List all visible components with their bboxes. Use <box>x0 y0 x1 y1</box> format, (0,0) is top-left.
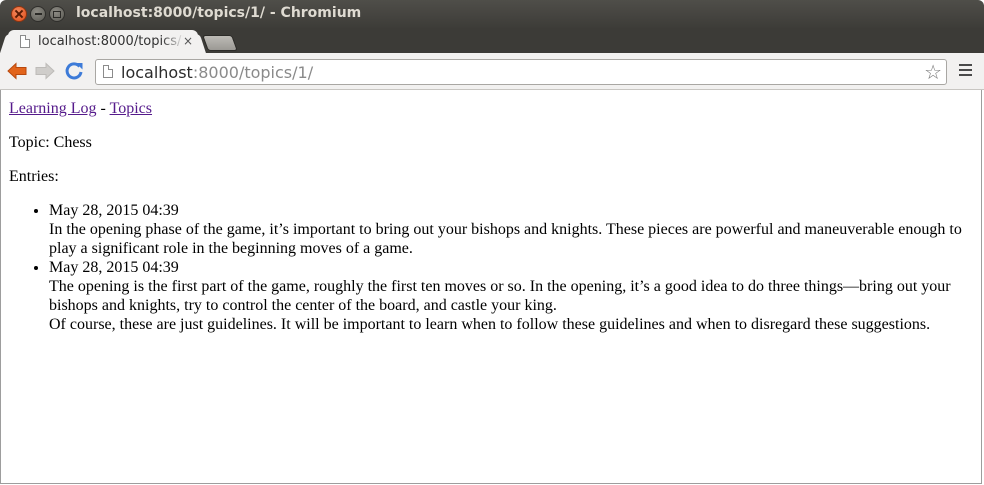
entry-date: May 28, 2015 04:39 <box>49 202 179 219</box>
tab-strip: localhost:8000/topics/1/ × <box>0 28 984 54</box>
entry-list: May 28, 2015 04:39 In the opening phase … <box>9 201 974 334</box>
topics-link[interactable]: Topics <box>110 100 152 117</box>
address-bar[interactable]: localhost:8000/topics/1/ ☆ <box>95 59 947 85</box>
page-icon <box>103 65 113 78</box>
window-minimize-button[interactable] <box>30 6 46 22</box>
back-button[interactable] <box>6 60 28 82</box>
page-content: Learning Log - Topics Topic: Chess Entri… <box>0 90 982 484</box>
learning-log-link[interactable]: Learning Log <box>9 100 97 117</box>
url-host: localhost <box>121 63 193 82</box>
window-maximize-button[interactable] <box>49 6 65 22</box>
maximize-icon <box>53 10 61 18</box>
tab-title: localhost:8000/topics/1/ <box>38 34 184 49</box>
topic-heading: Topic: Chess <box>9 134 92 151</box>
url-path: :8000/topics/1/ <box>192 63 314 82</box>
window-title: localhost:8000/topics/1/ - Chromium <box>76 5 362 21</box>
back-arrow-icon <box>7 62 27 80</box>
close-icon <box>15 10 23 18</box>
bookmark-star-icon[interactable]: ☆ <box>924 61 942 83</box>
site-nav: Learning Log - Topics <box>9 99 152 118</box>
browser-toolbar: localhost:8000/topics/1/ ☆ <box>0 53 984 90</box>
entry-text: In the opening phase of the game, it’s i… <box>49 221 962 257</box>
window-title-bar: localhost:8000/topics/1/ - Chromium <box>0 0 984 28</box>
entry-text: The opening is the first part of the gam… <box>49 278 951 314</box>
entry-date: May 28, 2015 04:39 <box>49 259 179 276</box>
entry-text: Of course, these are just guidelines. It… <box>49 316 931 333</box>
forward-button[interactable] <box>34 60 56 82</box>
page-icon <box>20 35 30 48</box>
minimize-icon <box>34 13 42 15</box>
tab-close-icon[interactable]: × <box>183 34 193 48</box>
menu-icon[interactable] <box>959 64 973 78</box>
entries-label: Entries: <box>9 168 59 185</box>
list-item: May 28, 2015 04:39 In the opening phase … <box>49 201 974 258</box>
url-text[interactable]: localhost:8000/topics/1/ <box>121 63 313 82</box>
browser-tab[interactable]: localhost:8000/topics/1/ × <box>8 30 198 54</box>
nav-separator: - <box>96 100 110 117</box>
window-close-button[interactable] <box>11 6 27 22</box>
list-item: May 28, 2015 04:39 The opening is the fi… <box>49 258 974 334</box>
new-tab-button[interactable] <box>202 35 238 51</box>
reload-button[interactable] <box>63 60 85 82</box>
reload-icon <box>65 62 83 80</box>
forward-arrow-icon <box>35 62 55 80</box>
